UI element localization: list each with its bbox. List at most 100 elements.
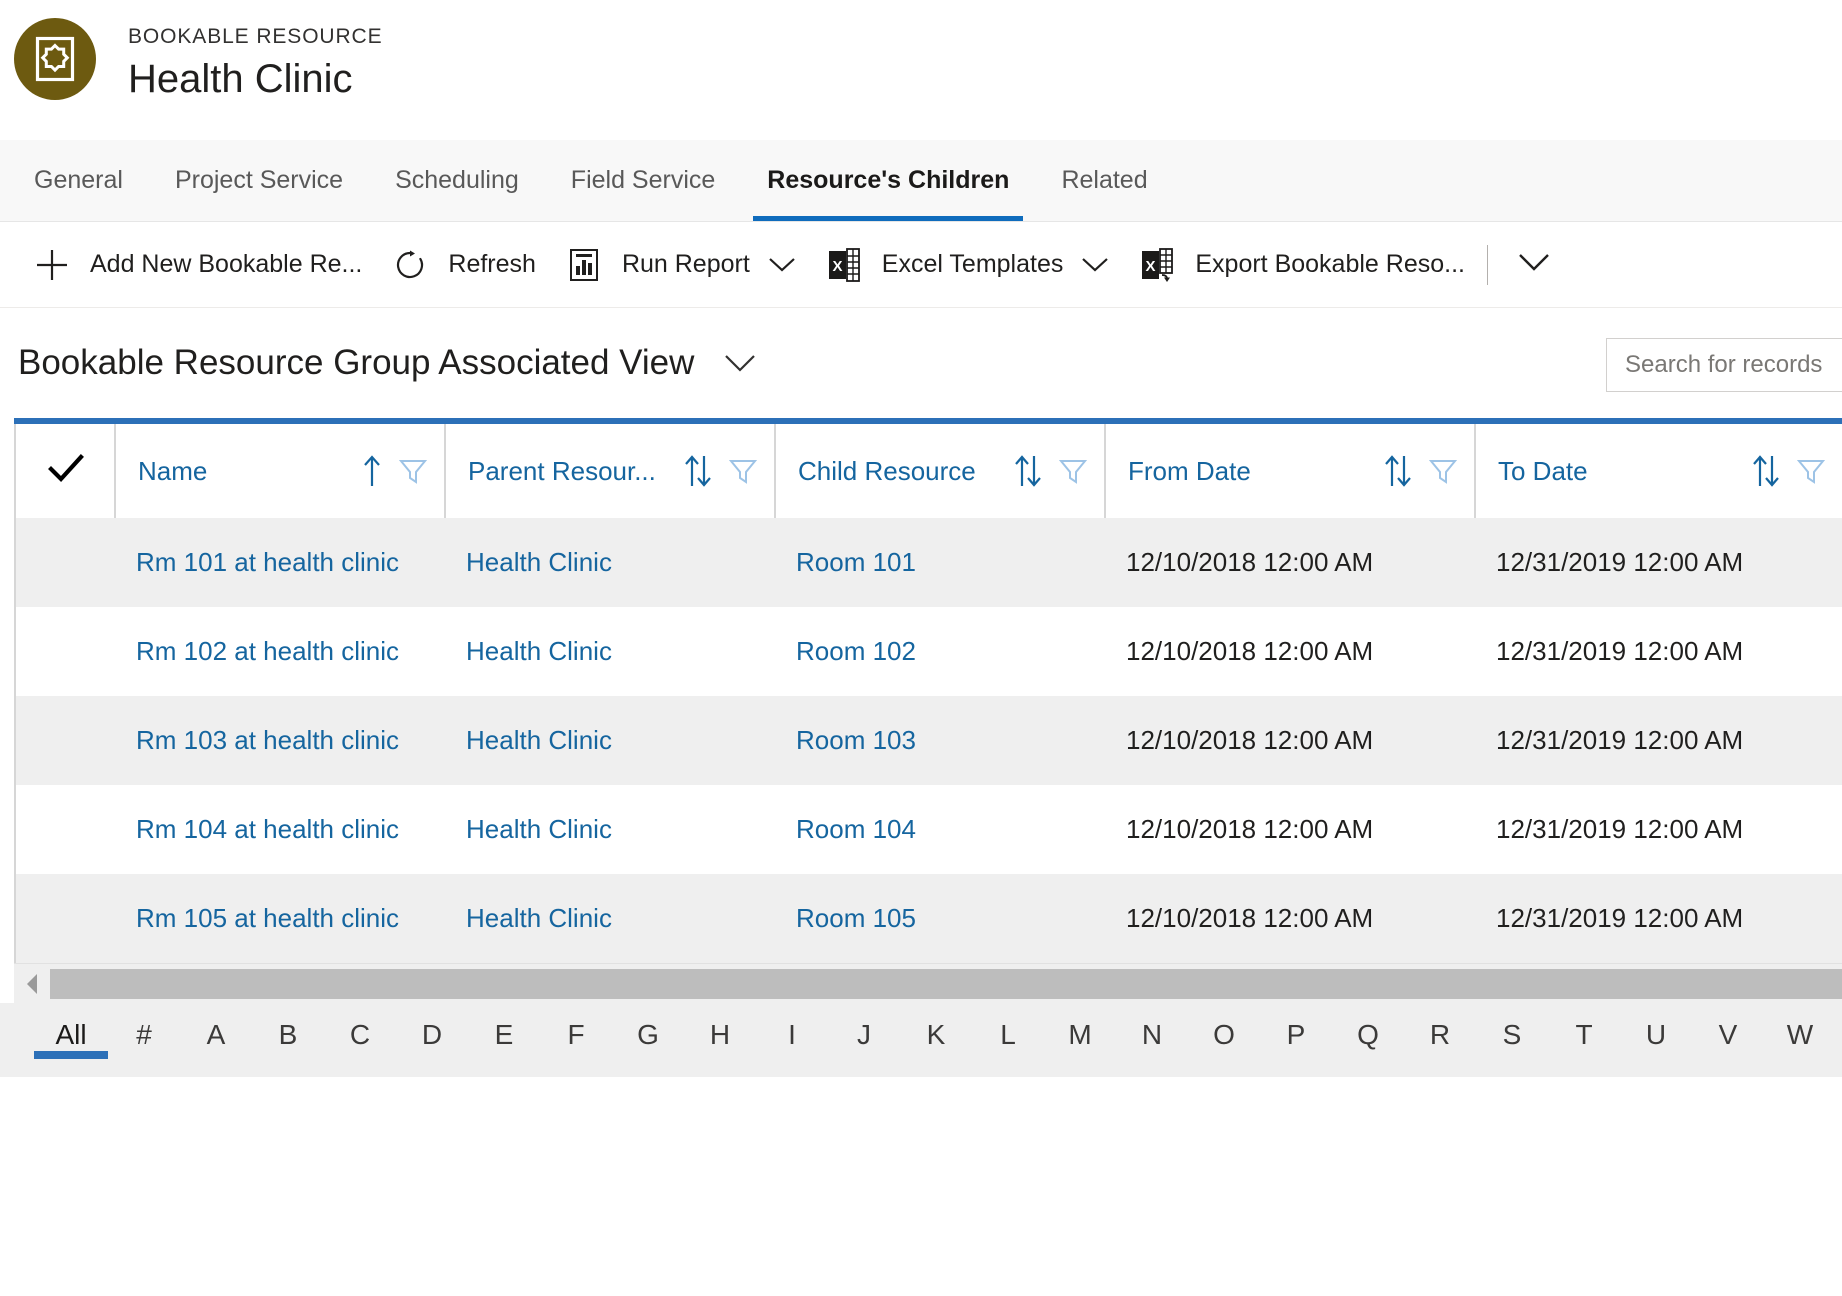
record-link[interactable]: Health Clinic (444, 607, 774, 696)
record-link[interactable]: Room 102 (774, 607, 1104, 696)
cell-child-resource[interactable]: Room 102 (774, 607, 1104, 696)
tab-field-service[interactable]: Field Service (545, 140, 742, 221)
chevron-down-icon[interactable] (768, 256, 796, 274)
cell-child-resource[interactable]: Room 101 (774, 518, 1104, 607)
column-header-to-date[interactable]: To Date (1474, 424, 1842, 518)
alpha-index-b[interactable]: B (252, 1021, 324, 1059)
alpha-index-m[interactable]: M (1044, 1021, 1116, 1059)
alpha-index-h[interactable]: H (684, 1021, 756, 1059)
alpha-index-all[interactable]: All (34, 1021, 108, 1059)
alpha-index-r[interactable]: R (1404, 1021, 1476, 1059)
run-report-button[interactable]: Run Report (550, 233, 810, 297)
alpha-index-t[interactable]: T (1548, 1021, 1620, 1059)
search-input[interactable] (1606, 338, 1842, 392)
alpha-index-w[interactable]: W (1764, 1021, 1836, 1059)
column-header-parent-resource[interactable]: Parent Resour... (444, 424, 774, 518)
alpha-index-p[interactable]: P (1260, 1021, 1332, 1059)
row-select-cell[interactable] (14, 696, 114, 785)
filter-icon[interactable] (1428, 456, 1458, 486)
cell-name[interactable]: Rm 101 at health clinic (114, 518, 444, 607)
view-name-label[interactable]: Bookable Resource Group Associated View (18, 343, 694, 383)
tab-resources-children[interactable]: Resource's Children (741, 140, 1035, 221)
table-row[interactable]: Rm 104 at health clinic Health Clinic Ro… (14, 785, 1842, 874)
cell-name[interactable]: Rm 103 at health clinic (114, 696, 444, 785)
alpha-index-u[interactable]: U (1620, 1021, 1692, 1059)
cell-parent-resource[interactable]: Health Clinic (444, 785, 774, 874)
cell-parent-resource[interactable]: Health Clinic (444, 607, 774, 696)
scrollbar-thumb[interactable] (50, 968, 1842, 999)
sort-icon[interactable] (1750, 454, 1782, 488)
alpha-index-e[interactable]: E (468, 1021, 540, 1059)
cell-name[interactable]: Rm 102 at health clinic (114, 607, 444, 696)
alpha-index-hash[interactable]: # (108, 1021, 180, 1059)
cell-name[interactable]: Rm 105 at health clinic (114, 874, 444, 963)
alpha-index-s[interactable]: S (1476, 1021, 1548, 1059)
add-new-bookable-resource-group-button[interactable]: Add New Bookable Re... (18, 233, 376, 297)
chevron-down-icon[interactable] (724, 353, 756, 373)
select-all-header[interactable] (14, 424, 114, 518)
alpha-index-n[interactable]: N (1116, 1021, 1188, 1059)
table-row[interactable]: Rm 105 at health clinic Health Clinic Ro… (14, 874, 1842, 963)
record-link[interactable]: Rm 103 at health clinic (114, 696, 444, 785)
alpha-index-q[interactable]: Q (1332, 1021, 1404, 1059)
table-row[interactable]: Rm 101 at health clinic Health Clinic Ro… (14, 518, 1842, 607)
alpha-index-f[interactable]: F (540, 1021, 612, 1059)
filter-icon[interactable] (1796, 456, 1826, 486)
column-header-name[interactable]: Name (114, 424, 444, 518)
sort-icon[interactable] (1382, 454, 1414, 488)
record-link[interactable]: Room 105 (774, 874, 1104, 963)
record-link[interactable]: Health Clinic (444, 785, 774, 874)
export-bookable-resource-button[interactable]: X Export Bookable Reso... (1123, 233, 1479, 297)
excel-templates-button[interactable]: X Excel Templates (810, 233, 1124, 297)
alpha-index-g[interactable]: G (612, 1021, 684, 1059)
cell-parent-resource[interactable]: Health Clinic (444, 518, 774, 607)
row-select-cell[interactable] (14, 874, 114, 963)
checkmark-icon[interactable] (48, 453, 84, 489)
alpha-index-a[interactable]: A (180, 1021, 252, 1059)
sort-icon[interactable] (1012, 454, 1044, 488)
horizontal-scrollbar[interactable] (14, 963, 1842, 1003)
chevron-down-icon[interactable] (1081, 256, 1109, 274)
column-header-from-date[interactable]: From Date (1104, 424, 1474, 518)
alpha-index-d[interactable]: D (396, 1021, 468, 1059)
alpha-index-c[interactable]: C (324, 1021, 396, 1059)
column-header-child-resource[interactable]: Child Resource (774, 424, 1104, 518)
alpha-index-v[interactable]: V (1692, 1021, 1764, 1059)
tab-related[interactable]: Related (1035, 140, 1173, 221)
alpha-index-i[interactable]: I (756, 1021, 828, 1059)
alpha-index-o[interactable]: O (1188, 1021, 1260, 1059)
tab-project-service[interactable]: Project Service (149, 140, 369, 221)
record-link[interactable]: Health Clinic (444, 696, 774, 785)
row-select-cell[interactable] (14, 785, 114, 874)
record-link[interactable]: Room 101 (774, 518, 1104, 607)
filter-icon[interactable] (1058, 456, 1088, 486)
record-link[interactable]: Rm 101 at health clinic (114, 518, 444, 607)
alpha-index-j[interactable]: J (828, 1021, 900, 1059)
refresh-button[interactable]: Refresh (376, 233, 550, 297)
record-link[interactable]: Room 103 (774, 696, 1104, 785)
table-row[interactable]: Rm 102 at health clinic Health Clinic Ro… (14, 607, 1842, 696)
filter-icon[interactable] (398, 456, 428, 486)
cell-child-resource[interactable]: Room 104 (774, 785, 1104, 874)
alpha-index-l[interactable]: L (972, 1021, 1044, 1059)
filter-icon[interactable] (728, 456, 758, 486)
row-select-cell[interactable] (14, 518, 114, 607)
row-select-cell[interactable] (14, 607, 114, 696)
record-link[interactable]: Rm 105 at health clinic (114, 874, 444, 963)
record-link[interactable]: Rm 102 at health clinic (114, 607, 444, 696)
sort-asc-icon[interactable] (360, 454, 384, 488)
cell-name[interactable]: Rm 104 at health clinic (114, 785, 444, 874)
sort-icon[interactable] (682, 454, 714, 488)
record-link[interactable]: Health Clinic (444, 874, 774, 963)
alpha-index-k[interactable]: K (900, 1021, 972, 1059)
cell-child-resource[interactable]: Room 105 (774, 874, 1104, 963)
cell-child-resource[interactable]: Room 103 (774, 696, 1104, 785)
caret-left-icon[interactable] (14, 964, 50, 1004)
tab-general[interactable]: General (8, 140, 149, 221)
table-row[interactable]: Rm 103 at health clinic Health Clinic Ro… (14, 696, 1842, 785)
tab-scheduling[interactable]: Scheduling (369, 140, 545, 221)
cell-parent-resource[interactable]: Health Clinic (444, 696, 774, 785)
record-link[interactable]: Room 104 (774, 785, 1104, 874)
record-link[interactable]: Rm 104 at health clinic (114, 785, 444, 874)
cell-parent-resource[interactable]: Health Clinic (444, 874, 774, 963)
